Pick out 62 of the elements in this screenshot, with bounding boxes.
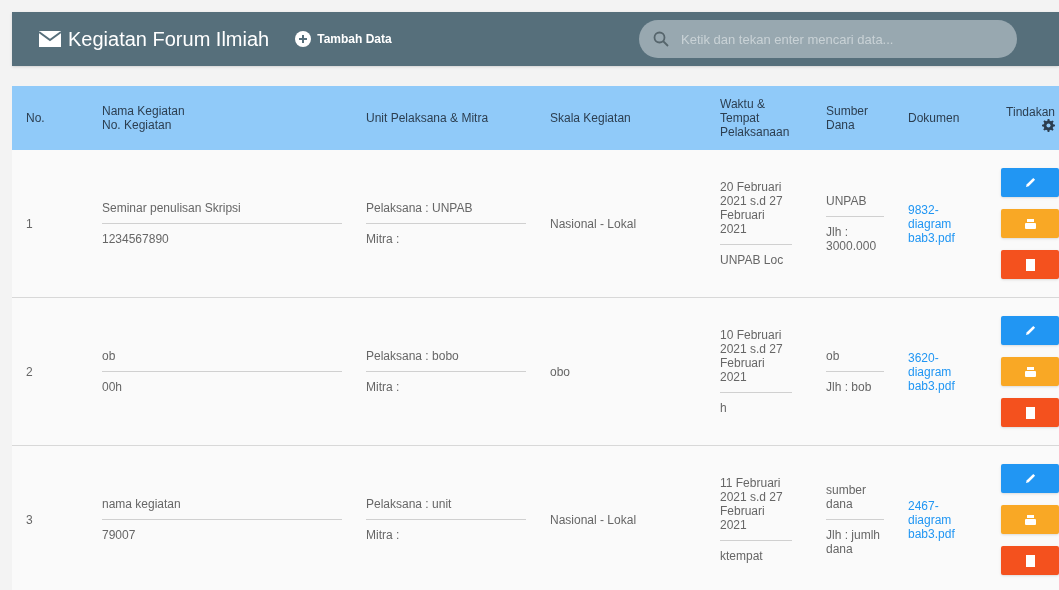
- fund-amount-text: Jlh : jumlh dana: [826, 528, 882, 556]
- column-header: Skala Kegiatan: [549, 111, 632, 125]
- organizer-text: Pelaksana : UNPAB: [366, 201, 526, 224]
- document-link[interactable]: 3620-diagram bab3.pdf: [908, 350, 980, 393]
- gear-icon[interactable]: [1042, 118, 1055, 132]
- activity-number: 79007: [102, 528, 137, 542]
- place-text: h: [720, 401, 728, 415]
- print-button[interactable]: [1001, 209, 1059, 238]
- scale-text: Nasional - Lokal: [550, 216, 638, 231]
- date-range-text: 20 Februari 2021 s.d 27 Februari 2021: [720, 180, 792, 245]
- organizer-text: Pelaksana : bobo: [366, 349, 526, 372]
- fund-source-text: sumber dana: [826, 483, 884, 520]
- fund-amount-text: Jlh : 3000.000: [826, 225, 878, 253]
- partner-text: Mitra :: [366, 232, 401, 246]
- column-header: Sumber Dana: [825, 104, 870, 132]
- print-button[interactable]: [1001, 505, 1059, 534]
- search-icon: [653, 31, 669, 47]
- activity-number: 00h: [102, 380, 124, 394]
- date-range-text: 11 Februari 2021 s.d 27 Februari 2021: [720, 476, 792, 541]
- column-header: Tindakan: [1006, 104, 1055, 119]
- edit-button[interactable]: [1001, 168, 1059, 197]
- column-header: Nama Kegiatan No. Kegiatan: [101, 104, 186, 132]
- edit-button[interactable]: [1001, 316, 1059, 345]
- pencil-icon: [1024, 473, 1036, 484]
- activity-name: nama kegiatan: [102, 497, 342, 520]
- organizer-text: Pelaksana : unit: [366, 497, 526, 520]
- column-header: No.: [25, 111, 46, 125]
- partner-text: Mitra :: [366, 528, 401, 542]
- column-header: Unit Pelaksana & Mitra: [365, 111, 490, 125]
- delete-button[interactable]: [1001, 250, 1059, 279]
- print-button[interactable]: [1001, 357, 1059, 386]
- fund-source-text: UNPAB: [826, 194, 884, 217]
- scale-text: Nasional - Lokal: [550, 512, 638, 527]
- activity-name: ob: [102, 349, 342, 372]
- column-header: Dokumen: [907, 111, 961, 125]
- partner-text: Mitra :: [366, 380, 401, 394]
- pencil-icon: [1024, 325, 1036, 336]
- place-text: UNPAB Loc: [720, 253, 785, 267]
- printer-icon: [1024, 366, 1036, 377]
- row-number: 2: [26, 364, 34, 379]
- delete-button[interactable]: [1001, 546, 1059, 575]
- place-text: ktempat: [720, 549, 764, 563]
- document-link[interactable]: 2467-diagram bab3.pdf: [908, 498, 980, 541]
- row-number: 3: [26, 512, 34, 527]
- scale-text: obo: [550, 364, 572, 379]
- printer-icon: [1024, 218, 1036, 229]
- column-header: Waktu & Tempat Pelaksanaan: [719, 97, 791, 139]
- date-range-text: 10 Februari 2021 s.d 27 Februari 2021: [720, 328, 792, 393]
- fund-amount-text: Jlh : bob: [826, 380, 873, 394]
- activity-number: 1234567890: [102, 232, 170, 246]
- envelope-icon: [38, 30, 62, 48]
- edit-button[interactable]: [1001, 464, 1059, 493]
- activity-name: Seminar penulisan Skripsi: [102, 201, 342, 224]
- fund-source-text: ob: [826, 349, 884, 372]
- printer-icon: [1024, 514, 1036, 525]
- add-data-button[interactable]: Tambah Data: [295, 30, 392, 48]
- delete-button[interactable]: [1001, 398, 1059, 427]
- pencil-icon: [1024, 177, 1036, 188]
- page-title: Kegiatan Forum Ilmiah: [68, 27, 270, 52]
- row-number: 1: [26, 216, 34, 231]
- document-link[interactable]: 9832-diagram bab3.pdf: [908, 202, 980, 245]
- plus-circle-icon: [295, 31, 312, 47]
